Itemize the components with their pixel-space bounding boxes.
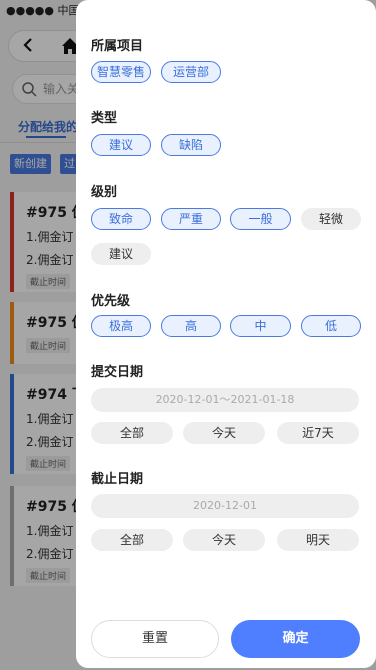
- chip-level-serious[interactable]: 严重: [161, 208, 221, 230]
- deadline-date-picker[interactable]: 2020-12-01: [91, 494, 359, 518]
- section-title-type: 类型: [91, 111, 118, 126]
- section-title-submit-date: 提交日期: [91, 365, 144, 380]
- chip-priority-high[interactable]: 高: [161, 315, 221, 337]
- submit-date-today-button[interactable]: 今天: [183, 422, 265, 444]
- chip-level-normal[interactable]: 一般: [230, 208, 291, 230]
- deadline-today-button[interactable]: 今天: [183, 529, 265, 551]
- submit-date-all-button[interactable]: 全部: [91, 422, 173, 444]
- confirm-button[interactable]: 确定: [231, 620, 360, 658]
- deadline-tomorrow-button[interactable]: 明天: [277, 529, 359, 551]
- section-title-deadline: 截止日期: [91, 472, 144, 487]
- section-title-level: 级别: [91, 185, 118, 200]
- chip-priority-highest[interactable]: 极高: [91, 315, 151, 337]
- chip-level-suggestion[interactable]: 建议: [91, 243, 151, 265]
- chip-priority-medium[interactable]: 中: [230, 315, 291, 337]
- chip-project-operations[interactable]: 运营部: [161, 61, 221, 83]
- chip-type-suggestion[interactable]: 建议: [91, 134, 151, 156]
- filter-drawer: 所属项目 智慧零售 运营部 类型 建议 缺陷 级别 致命 严重 一般 轻微 建议…: [76, 0, 376, 668]
- deadline-all-button[interactable]: 全部: [91, 529, 173, 551]
- chip-level-fatal[interactable]: 致命: [91, 208, 151, 230]
- chip-project-smart-retail[interactable]: 智慧零售: [91, 61, 151, 83]
- reset-button[interactable]: 重置: [91, 620, 219, 658]
- submit-date-7days-button[interactable]: 近7天: [277, 422, 359, 444]
- chip-priority-low[interactable]: 低: [301, 315, 361, 337]
- submit-date-range-picker[interactable]: 2020-12-01～2021-01-18: [91, 388, 359, 412]
- section-title-project: 所属项目: [91, 39, 144, 54]
- chip-level-minor[interactable]: 轻微: [301, 208, 361, 230]
- section-title-priority: 优先级: [91, 294, 131, 309]
- chip-type-defect[interactable]: 缺陷: [161, 134, 221, 156]
